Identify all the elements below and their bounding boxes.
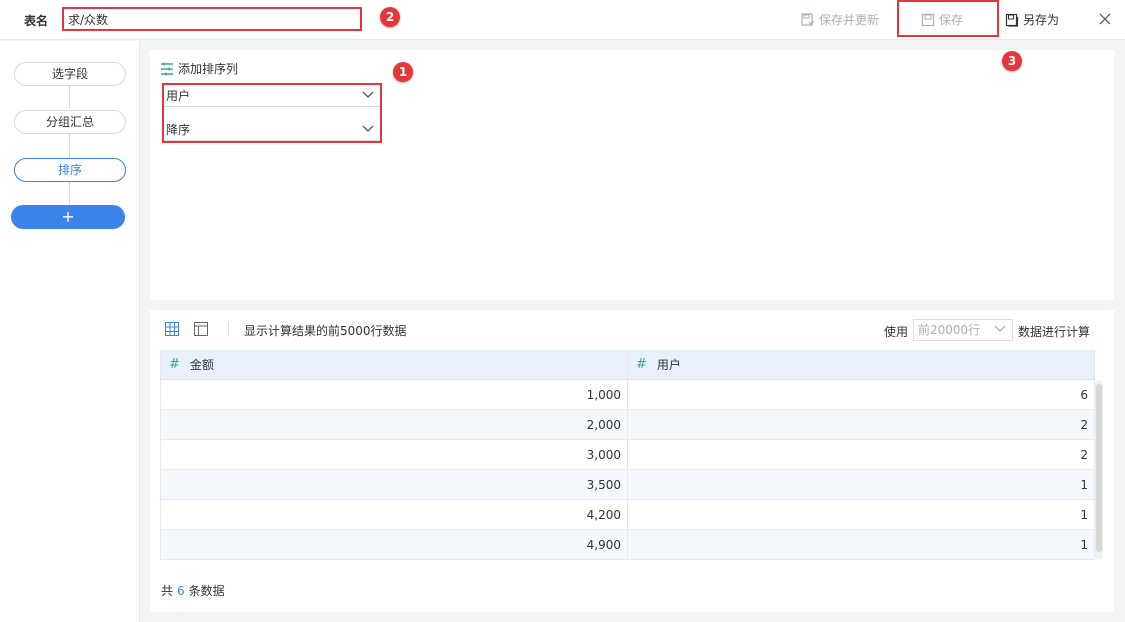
layout-view-icon[interactable] [194, 322, 208, 336]
number-type-icon: # [636, 357, 647, 372]
step-connector [69, 182, 70, 206]
table-cell: 3,500 [160, 470, 627, 499]
add-sort-column-label: 添加排序列 [178, 62, 239, 76]
step-connector [69, 134, 70, 158]
column-header-label: 金额 [189, 358, 214, 372]
row-count-footer: 共 6 条数据 [161, 582, 225, 599]
table-cell: 6 [627, 380, 1095, 409]
total-suffix: 条数据 [188, 584, 225, 598]
table-cell: 3,000 [160, 440, 627, 469]
table-row: 4,200 1 [160, 500, 1095, 530]
chevron-down-icon [362, 91, 374, 98]
step-select-fields[interactable]: 选字段 [14, 62, 126, 86]
row-limit-value: 前20000行 [918, 323, 981, 337]
step-connector [69, 86, 70, 108]
step-sort[interactable]: 排序 [14, 158, 126, 182]
table-header-row: # 金额 # 用户 [160, 350, 1095, 380]
toolbar-divider [228, 322, 229, 336]
table-row: 2,000 2 [160, 410, 1095, 440]
table-cell: 1 [627, 500, 1095, 529]
save-as-button[interactable]: 另存为 [1005, 11, 1059, 28]
calc-label: 数据进行计算 [1018, 325, 1091, 339]
close-icon[interactable] [1097, 11, 1113, 27]
annotation-badge-2: 2 [380, 7, 400, 27]
add-step-button[interactable]: + [11, 205, 125, 229]
preview-panel: 显示计算结果的前5000行数据 使用 前20000行 数据进行计算 # 金额 #… [150, 310, 1114, 612]
column-header-label: 用户 [656, 358, 681, 372]
sort-field-value: 用户 [166, 89, 191, 103]
scrollbar-thumb[interactable] [1096, 384, 1102, 552]
table-row: 4,900 1 [160, 530, 1095, 560]
sort-config-panel: 添加排序列 用户 降序 [150, 50, 1114, 300]
save-and-update-label: 保存并更新 [819, 13, 880, 27]
annotation-badge-3: 3 [1002, 51, 1022, 71]
table-name-label: 表名 [24, 14, 49, 28]
save-icon [921, 13, 935, 26]
chevron-down-icon [362, 125, 374, 132]
total-count: 6 [177, 584, 185, 598]
table-cell: 1 [627, 530, 1095, 559]
annotation-badge-1: 1 [393, 62, 413, 82]
chevron-down-icon [994, 325, 1006, 332]
table-cell: 1 [627, 470, 1095, 499]
sort-field-select[interactable]: 用户 [164, 85, 380, 107]
table-cell: 2,000 [160, 410, 627, 439]
add-sort-column-button[interactable]: 添加排序列 [160, 60, 238, 77]
result-table: # 金额 # 用户 1,000 6 2,000 2 3,000 2 3,500 … [160, 350, 1095, 560]
table-cell: 1,000 [160, 380, 627, 409]
table-row: 3,000 2 [160, 440, 1095, 470]
table-cell: 4,900 [160, 530, 627, 559]
top-bar: 表名 保存并更新 保存 另存为 [0, 0, 1125, 40]
use-label: 使用 [884, 325, 909, 339]
save-as-icon [1005, 13, 1019, 27]
preview-summary-text: 显示计算结果的前5000行数据 [244, 324, 407, 338]
number-type-icon: # [169, 357, 180, 372]
table-row: 1,000 6 [160, 380, 1095, 410]
total-prefix: 共 [161, 584, 174, 598]
save-update-icon [801, 12, 815, 26]
column-header-amount[interactable]: # 金额 [160, 350, 627, 379]
table-cell: 2 [627, 410, 1095, 439]
table-scrollbar[interactable] [1095, 380, 1103, 560]
table-view-icon[interactable] [165, 322, 179, 336]
save-button[interactable]: 保存 [921, 11, 963, 28]
row-limit-select[interactable]: 前20000行 [913, 319, 1013, 341]
step-sidebar: 选字段 分组汇总 排序 + [0, 41, 140, 622]
step-group-summary[interactable]: 分组汇总 [14, 110, 126, 134]
table-name-input[interactable] [63, 8, 361, 30]
save-label: 保存 [939, 13, 964, 27]
save-as-label: 另存为 [1023, 13, 1060, 27]
table-row: 3,500 1 [160, 470, 1095, 500]
save-and-update-button[interactable]: 保存并更新 [801, 11, 879, 28]
table-cell: 2 [627, 440, 1095, 469]
table-cell: 4,200 [160, 500, 627, 529]
column-header-user[interactable]: # 用户 [627, 350, 1095, 379]
sort-order-value: 降序 [166, 123, 191, 137]
sort-order-select[interactable]: 降序 [164, 119, 380, 141]
sort-list-icon [161, 62, 173, 75]
